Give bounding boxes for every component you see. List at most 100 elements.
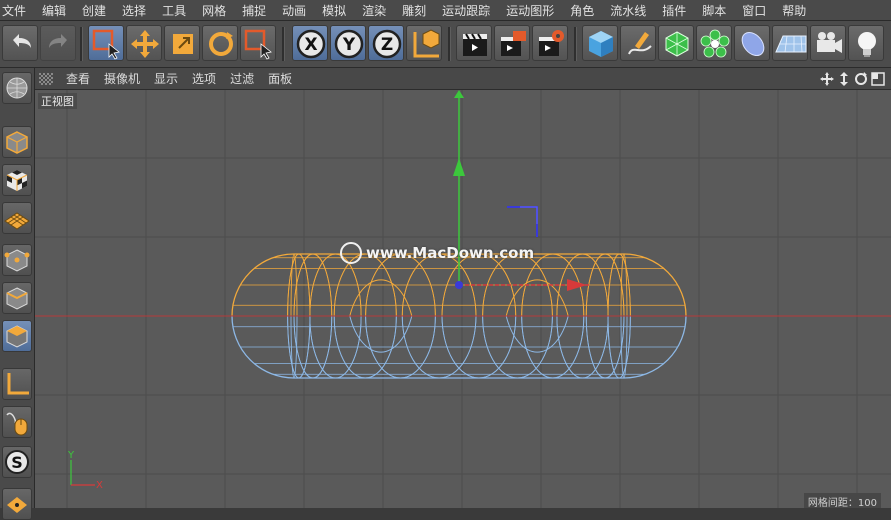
snap-s-icon: S <box>5 450 29 474</box>
menu-item-11[interactable]: 运动跟踪 <box>434 2 498 19</box>
menu-item-1[interactable]: 编辑 <box>34 2 74 19</box>
undo-icon <box>13 34 31 48</box>
locked-workplane-button[interactable] <box>2 488 32 520</box>
snap-button[interactable]: S <box>2 446 32 478</box>
floor-grid-icon <box>775 35 807 53</box>
viewport-menu-item-3[interactable]: 选项 <box>185 70 223 87</box>
add-cube-button[interactable] <box>582 25 618 61</box>
deformer-button[interactable] <box>734 25 770 61</box>
enable-axis-button[interactable] <box>2 368 32 400</box>
axis-corner-icon <box>7 373 29 395</box>
menu-item-14[interactable]: 流水线 <box>602 2 654 19</box>
menu-bar: 文件 编辑 创建 选择 工具 网格 捕捉 动画 模拟 渲染 雕刻 运动跟踪 运动图形 角色 流水线 插件 脚本窗… <box>0 0 891 21</box>
maximize-view-icon[interactable] <box>871 72 885 86</box>
viewport-menu-item-2[interactable]: 显示 <box>147 70 185 87</box>
render-to-picture-viewer-button[interactable] <box>494 25 530 61</box>
menu-item-9[interactable]: 渲染 <box>354 2 394 19</box>
menu-item-3[interactable]: 选择 <box>114 2 154 19</box>
menu-item-4[interactable]: 工具 <box>154 2 194 19</box>
menu-item-17[interactable]: 窗口 <box>734 2 774 19</box>
mini-y-label: Y <box>67 450 75 461</box>
viewport-nav-controls <box>820 72 885 86</box>
redo-icon <box>49 34 67 48</box>
left-tool-palette: S <box>0 68 35 520</box>
mini-x-label: X <box>96 480 103 491</box>
viewport-menu-bar: 查看 摄像机 显示 选项 过滤 面板 <box>35 68 891 90</box>
menu-item-12[interactable]: 运动图形 <box>498 2 562 19</box>
rotate-view-icon[interactable] <box>854 72 868 86</box>
move-button[interactable] <box>126 25 162 61</box>
menu-item-7[interactable]: 动画 <box>274 2 314 19</box>
mouse-icon <box>6 412 28 436</box>
watermark-text: www.MacDown.com <box>366 244 535 262</box>
plane-handle-icon[interactable] <box>507 206 538 237</box>
menu-item-2[interactable]: 创建 <box>74 2 114 19</box>
edges-mode-button[interactable] <box>2 282 32 314</box>
z-axis-icon: Z <box>372 29 402 59</box>
cloner-button[interactable] <box>696 25 732 61</box>
cube-icon <box>589 31 613 57</box>
watermark-logo-icon <box>340 242 362 264</box>
x-axis-icon: X <box>296 29 326 59</box>
recent-tool-button[interactable] <box>240 25 276 61</box>
make-editable-button[interactable] <box>2 72 32 104</box>
menu-item-13[interactable]: 角色 <box>562 2 602 19</box>
floor-button[interactable] <box>772 25 808 61</box>
scale-button[interactable] <box>164 25 200 61</box>
menu-item-8[interactable]: 模拟 <box>314 2 354 19</box>
workplane-mode-button[interactable] <box>2 202 32 234</box>
x-axis-lock-button[interactable]: X <box>292 25 328 61</box>
clapperboard-icon <box>463 33 487 56</box>
coordinate-system-button[interactable] <box>406 25 442 61</box>
zoom-view-icon[interactable] <box>837 72 851 86</box>
front-viewport[interactable]: Y X 正视图 www.MacDown.com 网格间距：100 <box>35 90 891 508</box>
workplane-lock-icon <box>7 497 27 513</box>
model-mode-button[interactable] <box>2 126 32 158</box>
texture-mode-button[interactable] <box>2 164 32 196</box>
viewport-menu-item-4[interactable]: 过滤 <box>223 70 261 87</box>
view-name-label[interactable]: 正视图 <box>38 93 77 109</box>
svg-text:S: S <box>11 453 23 472</box>
menu-item-16[interactable]: 脚本 <box>694 2 734 19</box>
menu-item-15[interactable]: 插件 <box>654 2 694 19</box>
workplane-grid-icon <box>4 212 30 230</box>
polygons-mode-button[interactable] <box>2 320 32 352</box>
pen-spline-button[interactable] <box>620 25 656 61</box>
viewport-menu-item-5[interactable]: 面板 <box>261 70 299 87</box>
cloner-flower-icon <box>700 29 730 58</box>
object-origin-dot[interactable] <box>455 281 463 289</box>
menu-item-5[interactable]: 网格 <box>194 2 234 19</box>
x-axis-arrow-icon[interactable] <box>567 279 587 291</box>
pan-view-icon[interactable] <box>820 72 834 86</box>
viewport-menu-item-0[interactable]: 查看 <box>59 70 97 87</box>
scale-icon <box>173 34 193 54</box>
viewport-scene: Y X <box>35 90 891 508</box>
globe-grid-icon <box>6 77 28 99</box>
y-axis-lock-button[interactable]: Y <box>330 25 366 61</box>
y-axis-arrow-icon[interactable] <box>453 158 465 176</box>
rotate-button[interactable] <box>202 25 238 61</box>
subdivision-surface-button[interactable] <box>658 25 694 61</box>
camera-icon <box>817 32 842 53</box>
z-axis-lock-button[interactable]: Z <box>368 25 404 61</box>
menu-item-18[interactable]: 帮助 <box>774 2 814 19</box>
points-mode-button[interactable] <box>2 244 32 276</box>
undo-button[interactable] <box>2 25 38 61</box>
coordinate-system-icon <box>413 29 440 58</box>
menu-item-0[interactable]: 文件 <box>0 2 34 19</box>
subdivision-icon <box>665 31 689 57</box>
menu-item-6[interactable]: 捕捉 <box>234 2 274 19</box>
watermark: www.MacDown.com <box>340 242 534 264</box>
viewport-menu-item-1[interactable]: 摄像机 <box>97 70 147 87</box>
axis-z-label: Z <box>381 35 393 55</box>
render-view-button[interactable] <box>456 25 492 61</box>
live-selection-button[interactable] <box>88 25 124 61</box>
menu-item-10[interactable]: 雕刻 <box>394 2 434 19</box>
tweak-mode-button[interactable] <box>2 406 32 438</box>
light-button[interactable] <box>848 25 884 61</box>
camera-button[interactable] <box>810 25 846 61</box>
edges-cube-icon <box>6 287 28 310</box>
redo-button[interactable] <box>40 25 76 61</box>
move-arrows-icon <box>131 30 159 58</box>
render-settings-button[interactable] <box>532 25 568 61</box>
